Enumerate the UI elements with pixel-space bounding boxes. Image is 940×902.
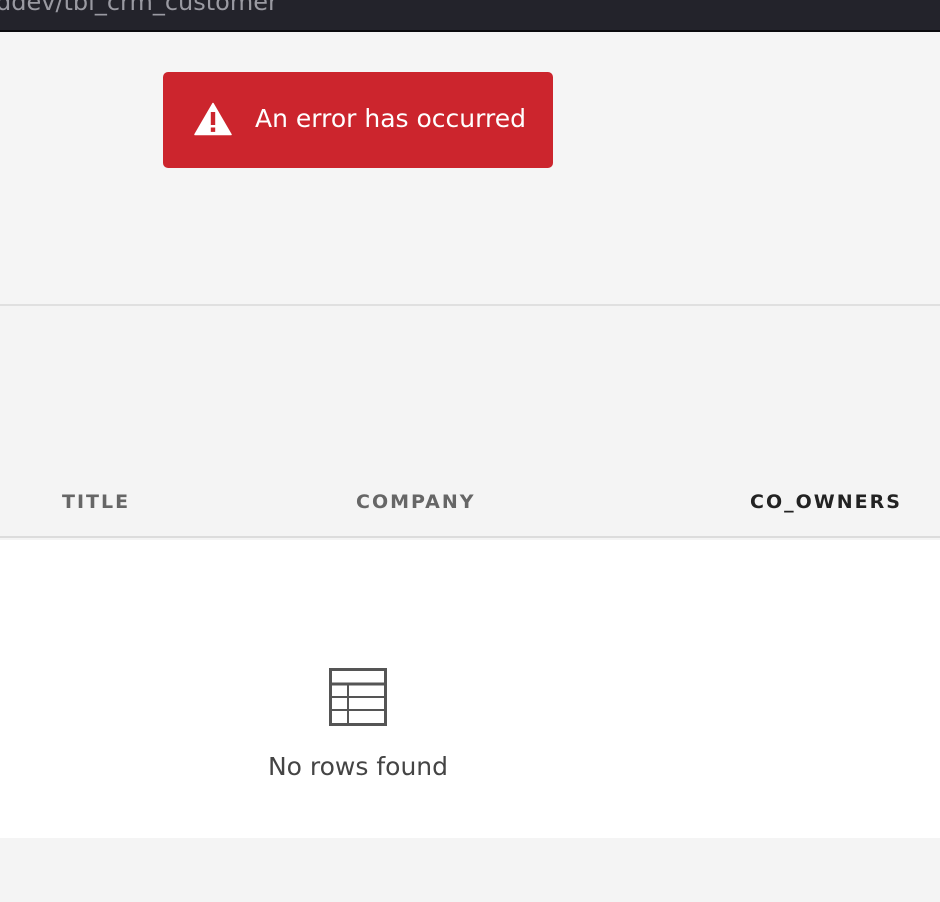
warning-triangle-icon [194,102,232,136]
error-banner: An error has occurred [163,72,553,168]
empty-state-message: No rows found [267,752,449,781]
column-header-company[interactable]: COMPANY [356,490,476,514]
top-bar: ddev/tbl_crm_customer [0,0,940,32]
table-icon [329,668,387,726]
table-body: No rows found [0,540,940,838]
page: ddev/tbl_crm_customer An error has occur… [0,0,940,902]
table-header: TITLE COMPANY CO_OWNERS [0,308,940,538]
error-message: An error has occurred [255,104,526,133]
error-section: An error has occurred [0,34,940,306]
column-header-co-owners[interactable]: CO_OWNERS [750,490,902,514]
top-bar-text: ddev/tbl_crm_customer [0,0,278,16]
column-header-title[interactable]: TITLE [62,490,130,514]
footer-area [0,838,940,902]
